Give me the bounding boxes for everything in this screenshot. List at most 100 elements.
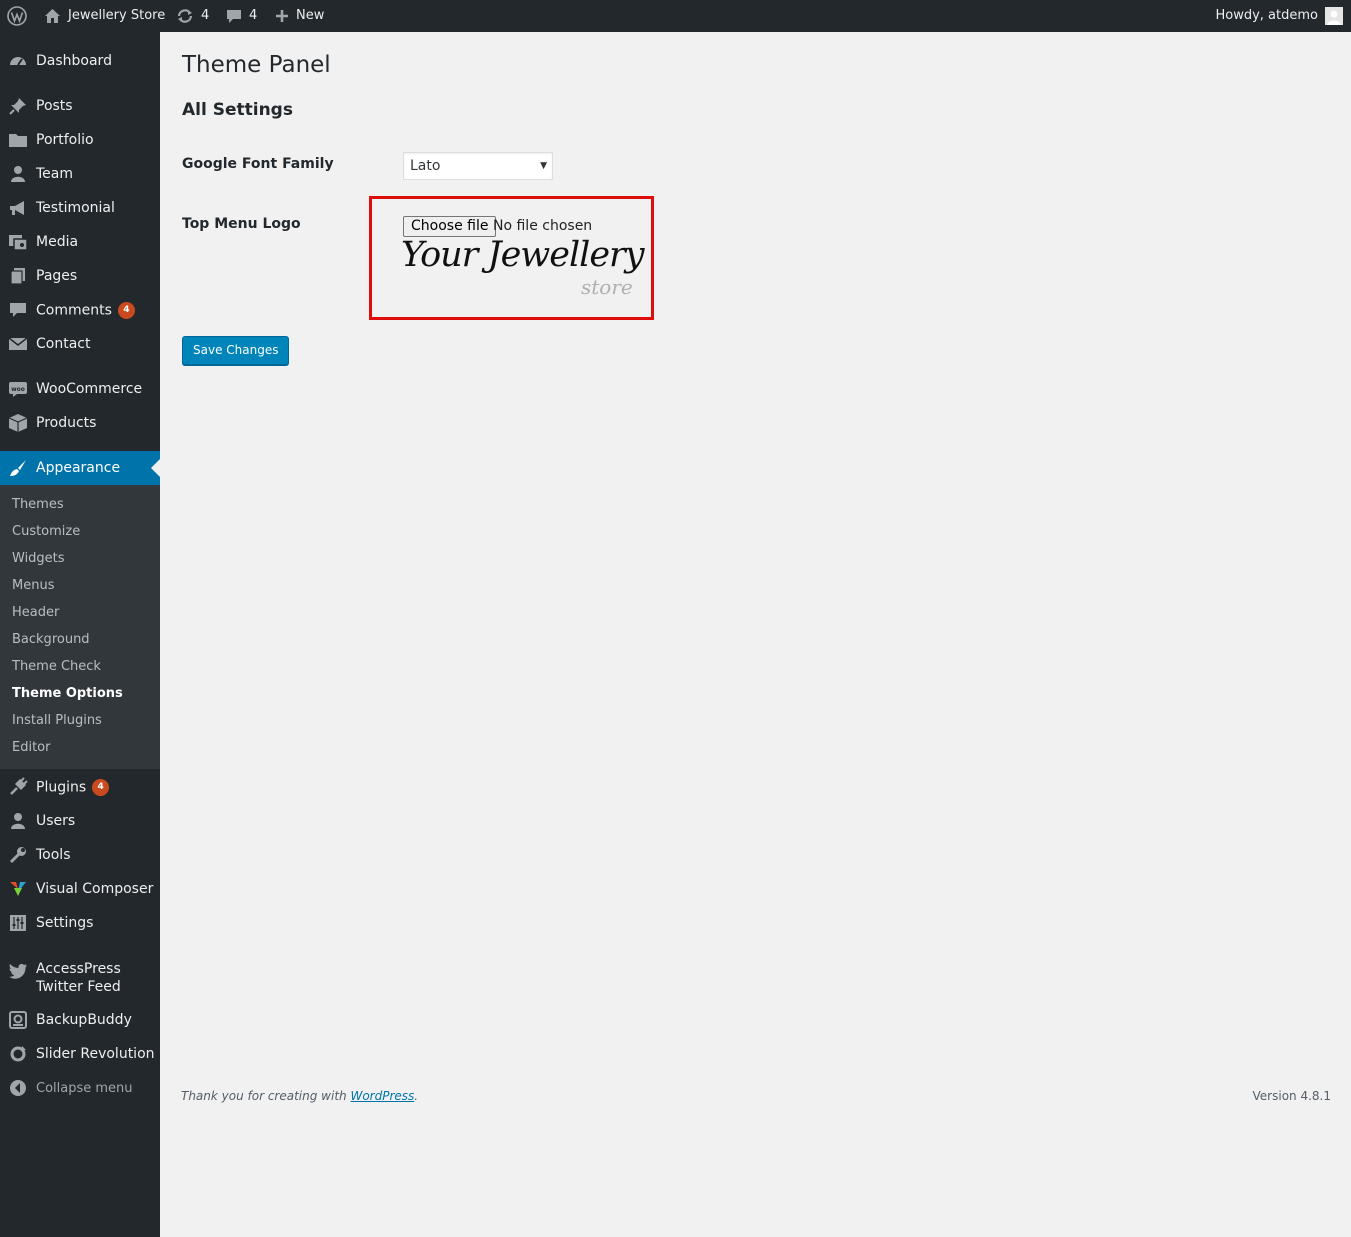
updates-count: 4 — [201, 8, 210, 23]
site-name: Jewellery Store — [68, 8, 166, 23]
menu-appearance[interactable]: Appearance — [0, 451, 160, 485]
woocommerce-icon: woo — [0, 372, 36, 406]
backupbuddy-icon — [0, 1003, 36, 1037]
footer-thanks: Thank you for creating with WordPress. — [181, 1089, 418, 1103]
pin-icon — [0, 89, 36, 123]
updates-icon — [176, 8, 194, 24]
menu-accesspress-twitter-feed[interactable]: AccessPress Twitter Feed — [0, 957, 160, 1001]
menu-woocommerce[interactable]: woo WooCommerce — [0, 372, 160, 406]
menu-portfolio[interactable]: Portfolio — [0, 123, 160, 157]
menu-pages[interactable]: Pages — [0, 259, 160, 293]
footer-thanks-suffix: . — [414, 1089, 419, 1103]
admin-sidebar: Dashboard Posts Portfolio Team Testimoni… — [0, 32, 160, 1237]
page-title: Theme Panel — [182, 52, 331, 78]
menu-label: Contact — [36, 336, 91, 352]
wordpress-logo-icon[interactable] — [7, 0, 27, 32]
plug-icon — [0, 770, 36, 804]
comments-link[interactable]: 4 — [226, 0, 257, 32]
submenu-theme-options[interactable]: Theme Options — [12, 686, 123, 701]
section-title: All Settings — [182, 100, 293, 120]
admin-bar: Jewellery Store 4 4 New Howdy, atdemo — [0, 0, 1351, 32]
menu-slider-revolution[interactable]: Slider Revolution — [0, 1037, 160, 1071]
submenu-customize[interactable]: Customize — [12, 524, 80, 539]
submenu-header[interactable]: Header — [12, 605, 59, 620]
submenu-theme-check[interactable]: Theme Check — [12, 659, 101, 674]
wrench-icon — [0, 838, 36, 872]
submenu-menus[interactable]: Menus — [12, 578, 54, 593]
top-menu-logo-label: Top Menu Logo — [182, 216, 301, 232]
menu-testimonial[interactable]: Testimonial — [0, 191, 160, 225]
google-font-select[interactable]: Lato ▼ — [403, 152, 553, 180]
menu-label: Testimonial — [36, 200, 115, 216]
menu-label: Plugins 4 — [36, 778, 110, 796]
submenu-background[interactable]: Background — [12, 632, 90, 647]
media-icon — [0, 225, 36, 259]
updates-link[interactable]: 4 — [176, 0, 209, 32]
comments-badge: 4 — [117, 301, 135, 319]
menu-team[interactable]: Team — [0, 157, 160, 191]
submenu-themes[interactable]: Themes — [12, 497, 64, 512]
megaphone-icon — [0, 191, 36, 225]
settings-sliders-icon — [0, 906, 36, 940]
comments-count: 4 — [249, 8, 258, 23]
collapse-menu-button[interactable]: Collapse menu — [0, 1071, 160, 1105]
menu-posts[interactable]: Posts — [0, 89, 160, 123]
menu-label: AccessPress Twitter Feed — [36, 961, 121, 995]
menu-products[interactable]: Products — [0, 406, 160, 440]
footer-thanks-prefix: Thank you for creating with — [181, 1089, 347, 1103]
menu-media[interactable]: Media — [0, 225, 160, 259]
user-icon — [0, 804, 36, 838]
refresh-icon — [0, 1037, 36, 1071]
box-icon — [0, 406, 36, 440]
menu-label: Tools — [36, 847, 71, 863]
plugins-badge: 4 — [92, 778, 110, 796]
mail-icon — [0, 327, 36, 361]
wordpress-link[interactable]: WordPress — [350, 1089, 414, 1103]
google-font-value: Lato — [410, 158, 441, 174]
collapse-arrow-icon — [0, 1071, 36, 1105]
menu-dashboard[interactable]: Dashboard — [0, 44, 160, 78]
menu-label: Visual Composer — [36, 881, 154, 897]
dashboard-icon — [0, 44, 36, 78]
logo-preview-text: Your Jewellery — [401, 235, 645, 275]
logo-preview-subtext: store — [581, 275, 633, 299]
menu-label: Dashboard — [36, 53, 112, 69]
choose-file-button[interactable]: Choose file — [403, 216, 497, 237]
submenu-install-plugins[interactable]: Install Plugins — [12, 713, 102, 728]
menu-label: Posts — [36, 98, 73, 114]
menu-visual-composer[interactable]: Visual Composer — [0, 872, 160, 906]
main-content: Theme Panel All Settings Google Font Fam… — [160, 32, 1351, 1237]
new-content-link[interactable]: New — [275, 0, 324, 32]
menu-users[interactable]: Users — [0, 804, 160, 838]
new-label: New — [296, 8, 325, 23]
my-account-link[interactable]: Howdy, atdemo — [1215, 0, 1343, 32]
svg-text:woo: woo — [11, 386, 25, 393]
save-changes-button[interactable]: Save Changes — [182, 336, 290, 365]
menu-label: Products — [36, 415, 97, 431]
menu-label: Settings — [36, 915, 94, 931]
avatar — [1325, 7, 1343, 25]
comment-icon — [226, 8, 242, 24]
user-icon — [0, 157, 36, 191]
menu-label: WooCommerce — [36, 381, 143, 397]
twitter-icon — [0, 957, 36, 985]
menu-backupbuddy[interactable]: BackupBuddy — [0, 1003, 160, 1037]
site-name-link[interactable]: Jewellery Store — [44, 0, 165, 32]
menu-label: Pages — [36, 268, 78, 284]
collapse-label: Collapse menu — [36, 1080, 133, 1096]
menu-contact[interactable]: Contact — [0, 327, 160, 361]
footer-version: Version 4.8.1 — [1252, 1089, 1331, 1103]
submenu-widgets[interactable]: Widgets — [12, 551, 65, 566]
submenu-editor[interactable]: Editor — [12, 740, 50, 755]
menu-tools[interactable]: Tools — [0, 838, 160, 872]
dropdown-caret-icon: ▼ — [540, 161, 547, 171]
menu-plugins[interactable]: Plugins 4 — [0, 770, 160, 804]
menu-label: Comments 4 — [36, 301, 135, 319]
menu-label: Team — [36, 166, 74, 182]
menu-label: Users — [36, 813, 76, 829]
pages-icon — [0, 259, 36, 293]
plus-icon — [275, 9, 289, 23]
google-font-label: Google Font Family — [182, 156, 334, 172]
menu-comments[interactable]: Comments 4 — [0, 293, 160, 327]
menu-settings[interactable]: Settings — [0, 906, 160, 940]
